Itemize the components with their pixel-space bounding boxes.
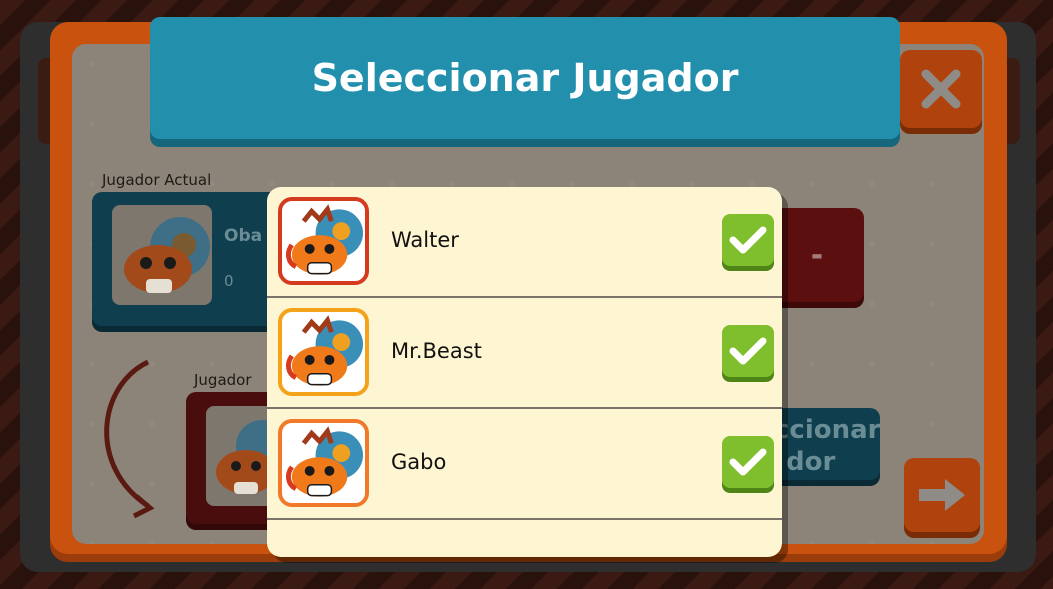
hermit-crab-icon — [285, 204, 364, 275]
swap-arrow-icon — [104, 359, 155, 519]
remove-player-button[interactable]: - — [770, 208, 864, 302]
player-name: Gabo — [391, 450, 447, 474]
player-checkbox[interactable] — [722, 325, 774, 377]
current-player-label: Jugador Actual — [102, 171, 212, 189]
player-avatar — [278, 308, 369, 396]
player-row-gabo[interactable]: Gabo — [267, 409, 782, 520]
checkmark-icon — [729, 337, 767, 365]
close-x-icon — [921, 69, 961, 109]
arrow-right-icon — [919, 479, 965, 511]
player-avatar — [278, 197, 369, 285]
hermit-crab-icon — [285, 315, 364, 386]
player-name: Walter — [391, 228, 459, 252]
player-checkbox[interactable] — [722, 436, 774, 488]
hermit-crab-icon — [285, 426, 364, 497]
player-avatar — [278, 419, 369, 507]
player-row-mrbeast[interactable]: Mr.Beast — [267, 298, 782, 409]
hermit-crab-icon — [124, 217, 210, 293]
next-player-label: Jugador — [194, 371, 252, 389]
select-button-line1: ccionar — [774, 415, 880, 445]
current-player-score: 0 — [224, 272, 234, 290]
player-name: Mr.Beast — [391, 339, 482, 363]
player-row-walter[interactable]: Walter — [267, 187, 782, 298]
current-player-name: Oba — [224, 226, 263, 246]
player-checkbox[interactable] — [722, 214, 774, 266]
modal-title: Seleccionar Jugador — [311, 56, 739, 100]
next-button[interactable] — [904, 458, 980, 532]
checkmark-icon — [729, 448, 767, 476]
checkmark-icon — [729, 226, 767, 254]
current-player-avatar — [112, 205, 212, 305]
close-button[interactable] — [900, 50, 982, 128]
select-button-line2: dor — [786, 447, 836, 477]
modal-title-bar: Seleccionar Jugador — [150, 17, 900, 139]
player-select-modal: Walter Mr.Beast Gabo — [267, 187, 782, 557]
